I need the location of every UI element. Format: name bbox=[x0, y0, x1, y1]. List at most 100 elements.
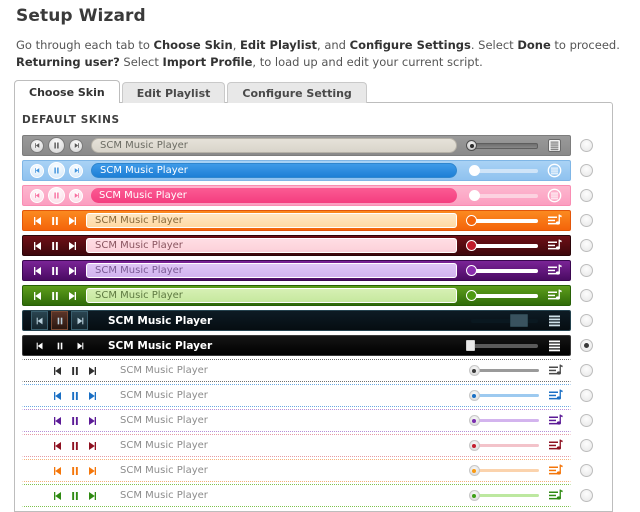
skin-preview-light-purple[interactable]: SCM Music Player bbox=[22, 409, 571, 432]
next-track-icon[interactable] bbox=[66, 240, 78, 252]
playlist-icon[interactable] bbox=[547, 463, 564, 478]
skin-preview-darkslate[interactable]: SCM Music Player bbox=[22, 310, 571, 331]
skin-option-blue[interactable]: SCM Music Player bbox=[22, 158, 606, 183]
skin-radio-orange[interactable] bbox=[580, 214, 593, 227]
pause-icon[interactable] bbox=[48, 162, 65, 179]
tab-edit-playlist[interactable]: Edit Playlist bbox=[121, 82, 226, 103]
playlist-icon[interactable] bbox=[546, 163, 563, 178]
volume-knob[interactable] bbox=[466, 140, 478, 151]
volume-knob[interactable] bbox=[468, 490, 480, 501]
volume-slider[interactable] bbox=[466, 490, 539, 502]
next-track-icon[interactable] bbox=[86, 365, 98, 377]
playlist-icon[interactable] bbox=[546, 188, 563, 203]
volume-slider[interactable] bbox=[465, 265, 538, 277]
next-track-icon[interactable] bbox=[71, 336, 88, 355]
tab-choose-skin[interactable]: Choose Skin bbox=[14, 80, 120, 104]
previous-track-icon[interactable] bbox=[52, 465, 64, 477]
playlist-icon[interactable] bbox=[547, 388, 564, 403]
skin-radio-darkslate[interactable] bbox=[580, 314, 593, 327]
playlist-icon[interactable] bbox=[547, 363, 564, 378]
previous-track-icon[interactable] bbox=[52, 415, 64, 427]
previous-track-icon[interactable] bbox=[30, 163, 44, 178]
playlist-icon[interactable] bbox=[546, 338, 563, 353]
skin-option-light-grey[interactable]: SCM Music Player bbox=[22, 358, 606, 383]
pause-icon[interactable] bbox=[49, 240, 61, 252]
skin-option-pink[interactable]: SCM Music Player bbox=[22, 183, 606, 208]
next-track-icon[interactable] bbox=[86, 465, 98, 477]
volume-knob[interactable] bbox=[466, 265, 478, 276]
volume-slider[interactable] bbox=[465, 165, 538, 177]
skin-preview-purple[interactable]: SCM Music Player bbox=[22, 260, 571, 281]
pause-icon[interactable] bbox=[69, 390, 81, 402]
skin-radio-light-orange[interactable] bbox=[580, 464, 593, 477]
skin-radio-darkred[interactable] bbox=[580, 239, 593, 252]
pause-icon[interactable] bbox=[49, 265, 61, 277]
volume-knob[interactable] bbox=[466, 340, 476, 351]
skin-preview-darkred[interactable]: SCM Music Player bbox=[22, 235, 571, 256]
skin-radio-light-purple[interactable] bbox=[580, 414, 593, 427]
pause-icon[interactable] bbox=[69, 465, 81, 477]
skin-radio-light-red[interactable] bbox=[580, 439, 593, 452]
volume-knob[interactable] bbox=[468, 440, 480, 451]
volume-knob[interactable] bbox=[469, 165, 481, 176]
volume-slider[interactable] bbox=[465, 190, 538, 202]
previous-track-icon[interactable] bbox=[52, 490, 64, 502]
skin-preview-light-green[interactable]: SCM Music Player bbox=[22, 484, 571, 507]
previous-track-icon[interactable] bbox=[32, 240, 44, 252]
previous-track-icon[interactable] bbox=[52, 440, 64, 452]
next-track-icon[interactable] bbox=[69, 188, 83, 203]
volume-slider[interactable] bbox=[466, 390, 539, 402]
skin-option-light-blue[interactable]: SCM Music Player bbox=[22, 383, 606, 408]
pause-icon[interactable] bbox=[69, 490, 81, 502]
next-track-icon[interactable] bbox=[66, 215, 78, 227]
next-track-icon[interactable] bbox=[66, 265, 78, 277]
next-track-icon[interactable] bbox=[86, 390, 98, 402]
skin-radio-light-green[interactable] bbox=[580, 489, 593, 502]
volume-knob[interactable] bbox=[510, 314, 529, 327]
next-track-icon[interactable] bbox=[86, 415, 98, 427]
previous-track-icon[interactable] bbox=[30, 138, 44, 153]
previous-track-icon[interactable] bbox=[52, 390, 64, 402]
skin-preview-light-blue[interactable]: SCM Music Player bbox=[22, 384, 571, 407]
volume-slider[interactable] bbox=[465, 340, 538, 352]
skin-preview-orange[interactable]: SCM Music Player bbox=[22, 210, 571, 231]
tab-configure-setting[interactable]: Configure Setting bbox=[227, 82, 367, 103]
skin-option-green[interactable]: SCM Music Player bbox=[22, 283, 606, 308]
volume-knob[interactable] bbox=[466, 240, 478, 251]
next-track-icon[interactable] bbox=[69, 138, 83, 153]
skin-preview-blue[interactable]: SCM Music Player bbox=[22, 160, 571, 181]
volume-slider[interactable] bbox=[465, 240, 538, 252]
volume-slider[interactable] bbox=[465, 314, 538, 327]
volume-slider[interactable] bbox=[466, 440, 539, 452]
playlist-icon[interactable] bbox=[547, 438, 564, 453]
volume-slider[interactable] bbox=[465, 140, 538, 152]
pause-icon[interactable] bbox=[51, 311, 68, 330]
playlist-icon[interactable] bbox=[547, 413, 564, 428]
skin-preview-light-red[interactable]: SCM Music Player bbox=[22, 434, 571, 457]
pause-icon[interactable] bbox=[49, 290, 61, 302]
skin-option-purple[interactable]: SCM Music Player bbox=[22, 258, 606, 283]
pause-icon[interactable] bbox=[69, 365, 81, 377]
skin-radio-light-blue[interactable] bbox=[580, 389, 593, 402]
pause-icon[interactable] bbox=[69, 440, 81, 452]
skin-radio-light-grey[interactable] bbox=[580, 364, 593, 377]
playlist-icon[interactable] bbox=[546, 313, 563, 328]
pause-icon[interactable] bbox=[48, 137, 65, 154]
previous-track-icon[interactable] bbox=[30, 188, 44, 203]
skin-radio-grey[interactable] bbox=[580, 139, 593, 152]
playlist-icon[interactable] bbox=[546, 288, 563, 303]
volume-knob[interactable] bbox=[468, 415, 480, 426]
previous-track-icon[interactable] bbox=[31, 336, 48, 355]
next-track-icon[interactable] bbox=[86, 490, 98, 502]
skin-preview-grey[interactable]: SCM Music Player bbox=[22, 135, 571, 156]
volume-knob[interactable] bbox=[468, 390, 480, 401]
playlist-icon[interactable] bbox=[546, 263, 563, 278]
next-track-icon[interactable] bbox=[66, 290, 78, 302]
previous-track-icon[interactable] bbox=[32, 215, 44, 227]
previous-track-icon[interactable] bbox=[31, 311, 48, 330]
playlist-icon[interactable] bbox=[546, 138, 563, 153]
next-track-icon[interactable] bbox=[69, 163, 83, 178]
skin-radio-black[interactable] bbox=[580, 339, 593, 352]
playlist-icon[interactable] bbox=[546, 213, 563, 228]
previous-track-icon[interactable] bbox=[32, 290, 44, 302]
